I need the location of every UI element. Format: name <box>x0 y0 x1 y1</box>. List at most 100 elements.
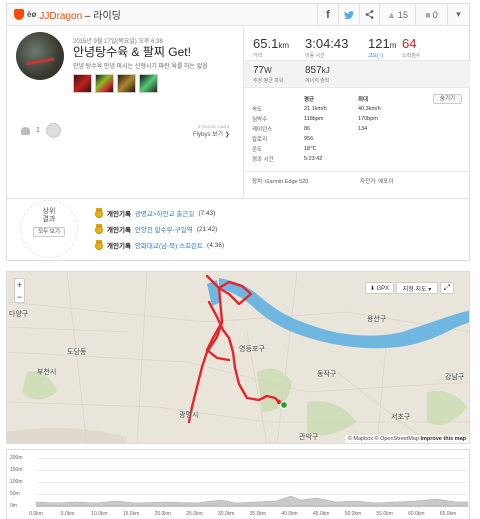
table-row: 온도 18℃ <box>244 144 381 154</box>
social-actions: f ▲ 15 ■ 0 ▾ <box>317 4 469 25</box>
row-max: 40.3km/h <box>358 106 381 112</box>
facebook-icon[interactable]: f <box>317 4 338 25</box>
zoom-control: + − <box>14 278 25 303</box>
activity-header: èø JJDragon – 라이딩 f ▲ 15 ■ 0 ▾ <box>7 4 469 26</box>
flybys-link[interactable]: STRAVA LABS Flybys 보기 ❯ <box>193 124 230 138</box>
premium-shield-icon <box>14 9 24 20</box>
x-tick-label: 10.0km <box>91 511 108 517</box>
photo-thumbnail[interactable] <box>139 74 158 93</box>
table-row: 심박수 118bpm 170bpm <box>244 114 381 124</box>
y-tick-label: 50m <box>10 491 20 497</box>
activity-description: 안녕 탕수육 안녕 마시는 신형시기 파란 육를 하는 없음 <box>73 64 208 70</box>
zoom-out-button[interactable]: − <box>17 291 22 303</box>
distance-label: 거리 <box>253 53 263 59</box>
stat-suffer-score: 64 노력점수 <box>402 36 420 59</box>
share-icon[interactable] <box>359 4 379 25</box>
x-tick-label: 30.0km <box>217 511 235 517</box>
photo-thumbnail[interactable] <box>73 74 92 93</box>
moving-time-value: 3:04:43 <box>305 36 349 51</box>
place-label: 관악구 <box>299 434 319 441</box>
gpx-download-button[interactable]: ⬇ GPX <box>365 282 394 294</box>
photo-thumbnail[interactable] <box>117 74 136 93</box>
kudos-count: 15 <box>397 9 408 20</box>
athletes-icon <box>21 126 30 135</box>
row-max <box>358 154 381 164</box>
row-avg: 86 <box>304 126 311 132</box>
route-map[interactable]: 다양구 도당동 부천시 광명시 영등포구 동작구 용산구 강남구 서초구 관악구… <box>6 271 470 444</box>
place-label: 부천시 <box>37 369 57 376</box>
row-avg: 21.1km/h <box>304 106 327 112</box>
table-header-row: 평균 최대 <box>244 94 381 104</box>
place-label: 용산구 <box>367 316 387 323</box>
device-row: 장치: Garmin Edge 520 자전거: 에포이 <box>244 171 470 189</box>
kudos-avatar[interactable] <box>45 123 61 138</box>
x-tick-label: 35.0km <box>249 511 267 517</box>
photo-thumbnail[interactable] <box>95 74 114 93</box>
place-label: 광명시 <box>179 412 199 419</box>
achievement-prefix: 개인기록 <box>107 243 131 250</box>
achievement-item: 개인기록 광명교>하안교 출근길 (7:43) <box>95 208 215 218</box>
kudos-button[interactable]: ▲ 15 <box>379 4 415 25</box>
suffer-score-label: 노력점수 <box>402 53 421 59</box>
row-avg: 18℃ <box>304 146 317 152</box>
table-row: 칼로리 956 <box>244 134 381 144</box>
row-avg: 5:23:42 <box>304 156 323 162</box>
stat-weighted-power: 77W 추정 평균 파워 <box>253 65 283 84</box>
twitter-icon[interactable] <box>338 4 359 25</box>
x-tick-label: 45.0km <box>313 511 330 517</box>
secondary-stats: 77W 추정 평균 파워 857kJ 에너지 출력 <box>244 60 470 88</box>
activity-card: èø JJDragon – 라이딩 f ▲ 15 ■ 0 ▾ 2015년 9월 … <box>6 3 470 261</box>
achievement-time: (4:36) <box>207 241 225 249</box>
segment-link[interactable]: 양화대교(남-북) 스프린트 <box>135 240 203 250</box>
elevation-label[interactable]: 고도(↑) <box>368 52 396 59</box>
achievement-time: (21:42) <box>196 225 218 233</box>
elevation-unit: m <box>389 41 397 50</box>
achievement-prefix: 개인기록 <box>107 211 131 218</box>
top-results-line1: 상위 <box>42 208 56 215</box>
y-tick-label: 200m <box>10 455 23 461</box>
elevation-profile <box>36 495 468 507</box>
segment-link[interactable]: 안양천 합수부-구일역 <box>135 224 193 234</box>
comment-button[interactable]: ■ 0 <box>415 4 447 25</box>
comment-count: 0 <box>432 9 438 20</box>
more-dropdown-icon[interactable]: ▾ <box>447 4 469 25</box>
x-tick-label: 55.0km <box>376 511 393 517</box>
activity-name: 안녕탕수육 & 팔찌 Get! <box>73 45 191 59</box>
place-label: 동작구 <box>317 371 337 378</box>
y-tick-label: 150m <box>10 467 23 473</box>
athlete-avatar[interactable] <box>16 32 64 80</box>
kudos-given-count: 1 <box>36 127 40 134</box>
row-avg: 956 <box>304 136 314 142</box>
y-tick-label: 0m <box>10 503 17 509</box>
x-tick-label: 65.0km <box>439 511 457 517</box>
x-tick-label: 50.0km <box>344 511 362 517</box>
table-row: 케이던스 86 134 <box>244 124 381 134</box>
elevation-chart[interactable]: 200m 150m 100m 50m 0m 0.0km 5.0km 10.0km 15… <box>6 449 470 519</box>
row-max <box>358 144 381 154</box>
map-attribution: © Mapbox © OpenStreetMap Improve this ma… <box>344 435 469 443</box>
achievement-item: 개인기록 안양천 합수부-구일역 (21:42) <box>95 224 217 234</box>
table-row: 속도 21.1km/h 40.3km/h <box>244 104 381 114</box>
segment-link[interactable]: 광명교>하안교 출근길 <box>135 208 194 218</box>
moving-time-label: 이동 시간 <box>305 53 325 59</box>
row-label: 심박수 <box>252 117 268 123</box>
improve-map-link[interactable]: Improve this map <box>420 436 466 442</box>
place-label: 영등포구 <box>239 346 265 353</box>
view-all-button[interactable]: 모두 보기 <box>33 227 65 237</box>
y-tick-label: 100m <box>10 479 23 485</box>
suffer-score-value: 64 <box>402 36 417 51</box>
row-label: 칼로리 <box>252 137 268 143</box>
map-type-dropdown[interactable]: 지형 지도 ▾ <box>396 282 438 294</box>
thumbs-up-icon: ▲ <box>387 9 396 20</box>
top-results: 상위 결과 모두 보기 <box>16 200 82 258</box>
athlete-tier: èø <box>27 10 37 19</box>
row-label: 경과 시간 <box>252 157 274 163</box>
place-label: 강남구 <box>445 374 465 381</box>
hide-details-button[interactable]: 숨기기 <box>433 94 462 104</box>
fullscreen-icon[interactable]: ⤢ <box>440 282 454 294</box>
stat-elevation: 121m 고도(↑) <box>368 36 396 59</box>
athlete-link[interactable]: JJDragon <box>39 11 82 22</box>
activity-title: JJDragon – 라이딩 <box>39 7 121 22</box>
zoom-in-button[interactable]: + <box>17 279 22 291</box>
top-results-line2: 결과 <box>42 216 56 223</box>
